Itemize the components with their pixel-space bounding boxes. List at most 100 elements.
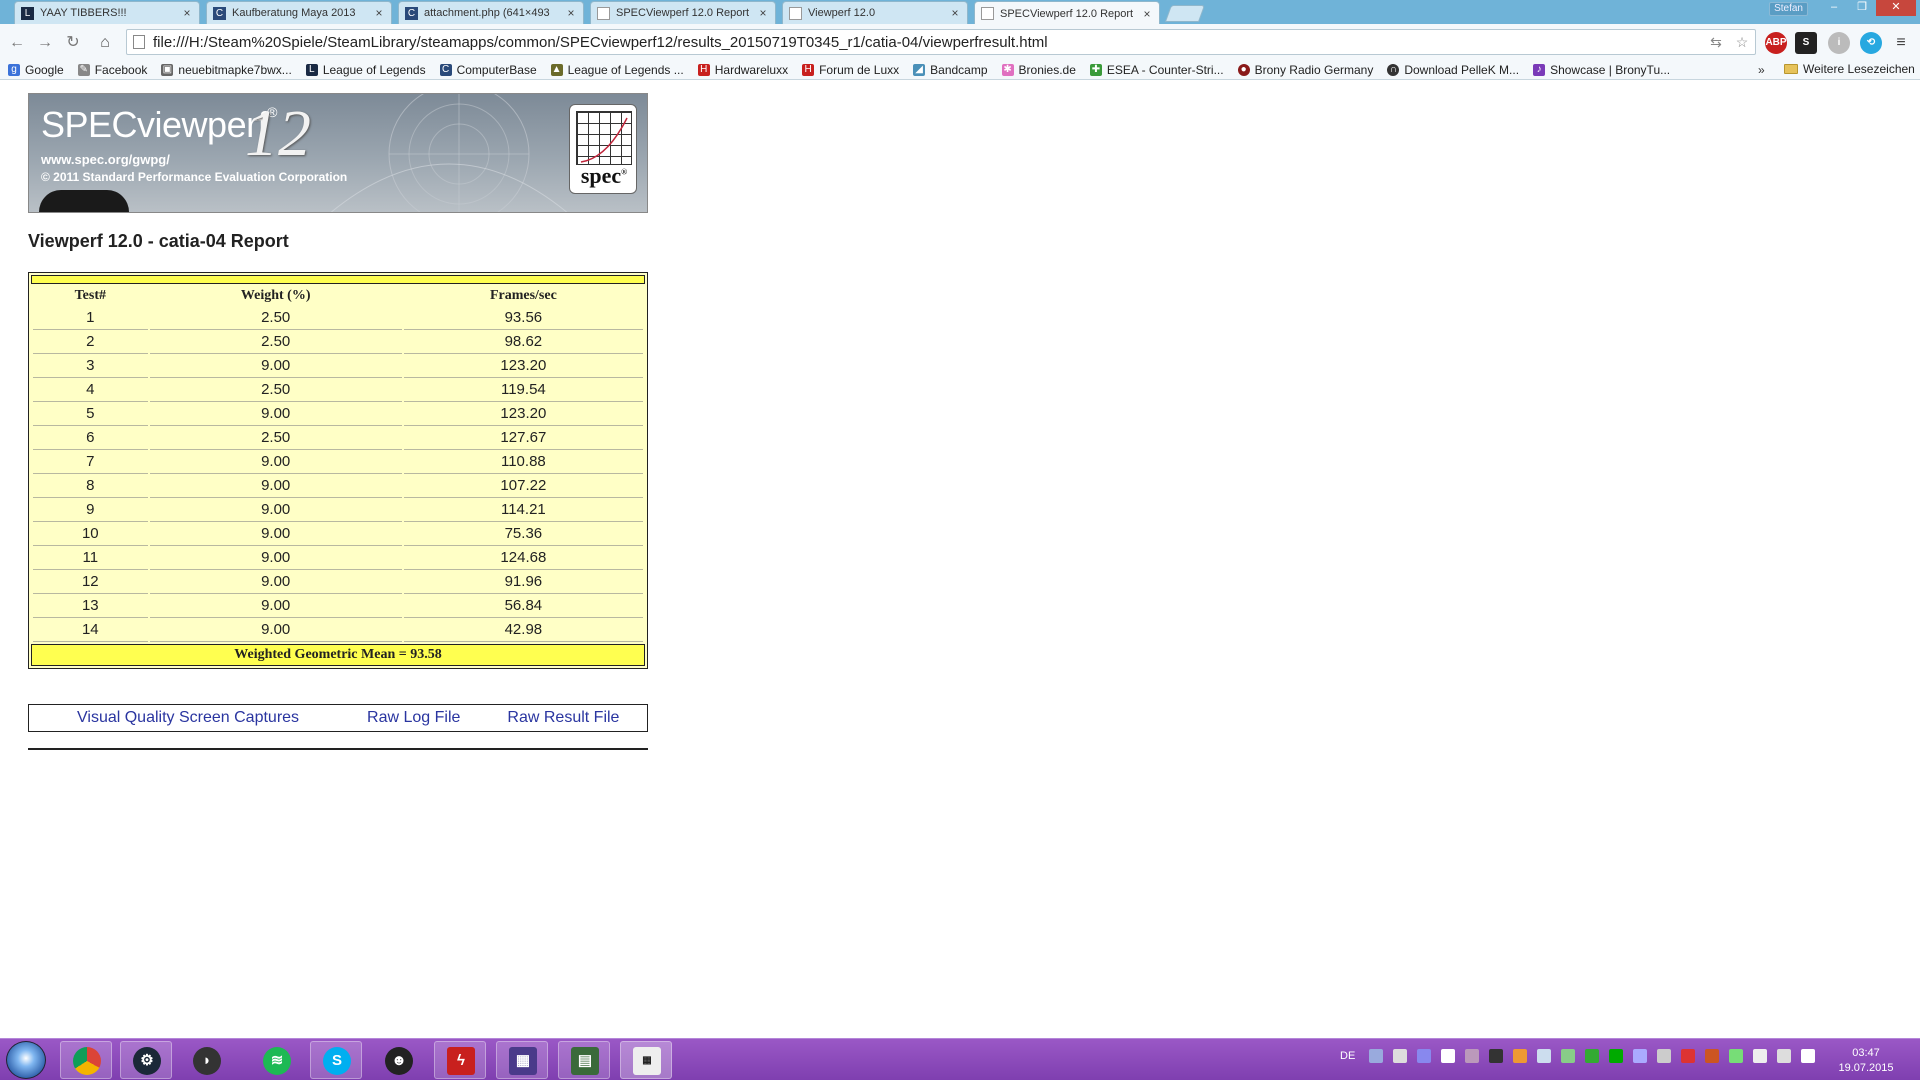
close-icon[interactable]: × [565, 6, 577, 20]
steam-tray-icon[interactable] [1537, 1049, 1552, 1063]
cell-fps: 93.56 [403, 306, 643, 330]
bookmark-star-icon[interactable]: ☆ [1729, 34, 1755, 51]
tab-5[interactable]: Viewperf 12.0 × [782, 1, 968, 24]
taskbar-flash-app[interactable]: ϟ [434, 1041, 486, 1079]
table-row: 2 2.50 98.62 [33, 330, 643, 354]
close-icon[interactable]: × [1141, 7, 1153, 21]
bookmark-league-of-legends-2[interactable]: ▲ League of Legends ... [550, 63, 684, 77]
bookmark-brony-radio[interactable]: ● Brony Radio Germany [1237, 63, 1373, 77]
cell-test-number: 14 [33, 618, 148, 642]
clock[interactable]: 03:47 19.07.2015 [1830, 1046, 1902, 1076]
windows-icon[interactable] [1441, 1049, 1456, 1063]
tray-icon-2[interactable] [1393, 1049, 1408, 1063]
raw-log-link[interactable]: Raw Log File [367, 709, 460, 727]
tab-1[interactable]: L YAAY TIBBERS!!! × [14, 1, 200, 24]
tray-icon-13[interactable] [1657, 1049, 1672, 1063]
cell-test-number: 12 [33, 570, 148, 594]
extension-gray-icon[interactable]: i [1828, 32, 1850, 54]
new-tab-button[interactable] [1164, 5, 1206, 22]
close-window-icon[interactable]: ✕ [1876, 0, 1916, 16]
bookmark-showcase-bronytunes[interactable]: ♪ Showcase | BronyTu... [1533, 63, 1670, 77]
page-icon [981, 7, 994, 20]
bookmark-bandcamp[interactable]: ◢ Bandcamp [913, 62, 988, 77]
taskbar-specviewperf[interactable]: ▦ [620, 1041, 672, 1079]
raw-result-link[interactable]: Raw Result File [507, 709, 619, 727]
tray-icon-9[interactable] [1561, 1049, 1576, 1063]
tray-icon-15[interactable] [1705, 1049, 1720, 1063]
taskbar-mask-app[interactable]: ☻ [372, 1041, 424, 1079]
translate-icon[interactable]: ⇆ [1703, 34, 1729, 51]
other-bookmarks-folder[interactable]: Weitere Lesezeichen [1784, 62, 1915, 76]
extension-share-icon[interactable]: ⟲ [1860, 32, 1882, 54]
bookmark-esea[interactable]: ✚ ESEA - Counter-Stri... [1089, 63, 1224, 77]
banner-version: 12 [245, 97, 311, 170]
tab-6-active[interactable]: SPECViewperf 12.0 Report × [974, 1, 1160, 25]
forum-icon: C [213, 6, 226, 20]
bookmark-facebook[interactable]: ✎ Facebook [77, 63, 147, 77]
tab-4[interactable]: SPECViewperf 12.0 Report × [590, 1, 776, 24]
taskbar-steam[interactable]: ⚙ [120, 1041, 172, 1079]
banner-site: www.spec.org/gwpg/ [41, 152, 170, 167]
extension-s-icon[interactable]: S [1795, 32, 1817, 54]
bookmark-computerbase[interactable]: C ComputerBase [439, 63, 537, 77]
cell-weight: 9.00 [149, 570, 402, 594]
close-icon[interactable]: × [757, 6, 769, 20]
restore-icon[interactable]: ❐ [1850, 0, 1874, 16]
bookmark-neuebitmap[interactable]: ▣ neuebitmapke7bwx... [161, 63, 292, 77]
taskbar-task-manager[interactable]: ▤ [558, 1041, 610, 1079]
taskbar-cpu-z[interactable]: ▦ [496, 1041, 548, 1079]
tray-icon-11[interactable] [1609, 1049, 1624, 1063]
bookmark-hardwareluxx[interactable]: H Hardwareluxx [697, 63, 788, 77]
bookmark-label: Bandcamp [930, 62, 988, 77]
tray-icon-7[interactable] [1513, 1049, 1528, 1063]
taskbar-chrome[interactable] [60, 1041, 112, 1079]
bookmark-download-pellek[interactable]: ∩ Download PelleK M... [1387, 63, 1519, 77]
user-badge[interactable]: Stefan [1769, 2, 1808, 16]
taskbar-skype[interactable]: S [310, 1041, 362, 1079]
curve-graphic [580, 117, 628, 163]
start-button[interactable] [6, 1041, 46, 1079]
cell-fps: 123.20 [403, 354, 643, 378]
cpu-icon: ▦ [509, 1047, 537, 1075]
tray-icon-1[interactable] [1369, 1049, 1384, 1063]
address-bar[interactable]: file:///H:/Steam%20Spiele/SteamLibrary/s… [126, 29, 1756, 55]
language-indicator[interactable]: DE [1340, 1050, 1355, 1062]
close-icon[interactable]: × [949, 6, 961, 20]
cell-test-number: 9 [33, 498, 148, 522]
bookmark-bronies[interactable]: ✱ Bronies.de [1001, 63, 1076, 77]
flag-icon[interactable] [1801, 1049, 1816, 1063]
volume-icon[interactable] [1777, 1049, 1792, 1063]
tray-icon-3[interactable] [1417, 1049, 1432, 1063]
tray-icon-16[interactable] [1729, 1049, 1744, 1063]
forward-icon[interactable]: → [34, 32, 56, 54]
close-icon[interactable]: × [181, 6, 193, 20]
screen-captures-link[interactable]: Visual Quality Screen Captures [77, 709, 299, 727]
reload-icon[interactable]: ↻ [62, 32, 84, 54]
cell-fps: 98.62 [403, 330, 643, 354]
taskbar-amd[interactable]: ◗ [180, 1041, 232, 1079]
more-bookmarks-chevron[interactable]: » [1758, 63, 1765, 77]
tray-icon-14[interactable] [1681, 1049, 1696, 1063]
minimize-icon[interactable]: – [1822, 0, 1846, 16]
page-icon [133, 35, 145, 49]
tray-icon-5[interactable] [1465, 1049, 1480, 1063]
bookmark-google[interactable]: g Google [8, 63, 64, 77]
menu-icon[interactable]: ≡ [1890, 32, 1912, 54]
home-icon[interactable]: ⌂ [94, 32, 116, 54]
taskbar-spotify[interactable]: ≋ [250, 1041, 302, 1079]
tab-3[interactable]: C attachment.php (641×493 × [398, 1, 584, 24]
tray-icon-12[interactable] [1633, 1049, 1648, 1063]
tray-icon-g[interactable] [1489, 1049, 1504, 1063]
tray-icon-10[interactable] [1585, 1049, 1600, 1063]
camera-icon: ▣ [161, 63, 174, 76]
back-icon[interactable]: ← [6, 32, 28, 54]
cell-fps: 107.22 [403, 474, 643, 498]
cell-weight: 9.00 [149, 498, 402, 522]
bookmark-league-of-legends[interactable]: L League of Legends [305, 63, 426, 77]
network-icon[interactable] [1753, 1049, 1768, 1063]
bookmark-forum-de-luxx[interactable]: H Forum de Luxx [802, 63, 899, 77]
adblock-plus-icon[interactable]: ABP [1765, 32, 1787, 54]
tab-2[interactable]: C Kaufberatung Maya 2013 × [206, 1, 392, 24]
close-icon[interactable]: × [373, 6, 385, 20]
url-text[interactable]: file:///H:/Steam%20Spiele/SteamLibrary/s… [153, 34, 1703, 51]
